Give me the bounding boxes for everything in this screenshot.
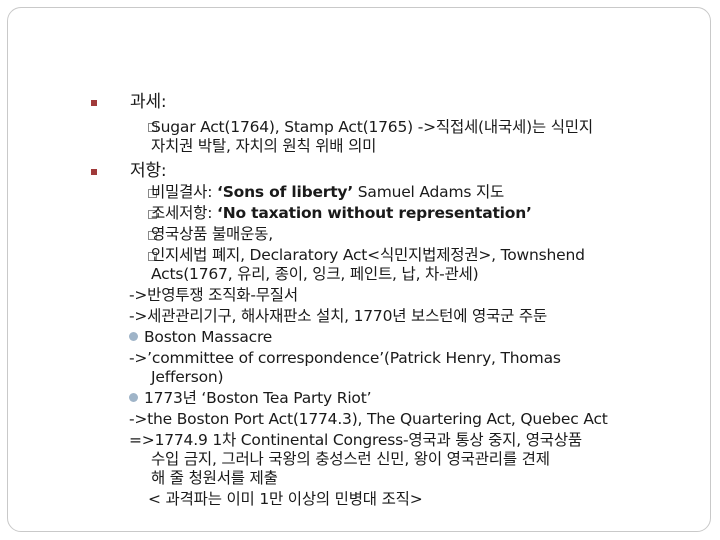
resistance-repeal-line1: 인지세법 폐지, Declaratory Act<식민지법제정권>, Towns… [151,246,585,264]
consequence-customs: ->세관관리기구, 해사재판소 설치, 1770년 보스턴에 영국군 주둔 [129,307,548,325]
square-bullet-icon [91,100,97,106]
committee-line2: Jefferson) [151,368,224,386]
heading-resistance: 저항: [130,161,167,181]
committee-line1: ->’committee of correspondence’(Patrick … [129,349,561,367]
militia-note: < 과격파는 이미 1만 이상의 민병대 조직> [148,490,423,508]
intolerable-acts: ->the Boston Port Act(1774.3), The Quart… [129,410,608,428]
tax-acts-line2: 자치권 박탈, 자치의 원칙 위배 의미 [151,137,377,155]
resistance-tax-slogan: 조세저항: ‘No taxation without representatio… [151,204,532,222]
congress-line3: 해 줄 청원서를 제출 [151,469,278,487]
dot-bullet-icon [129,332,138,341]
resistance-boycott: 영국상품 불매운동, [151,225,273,243]
slide-content: 과세: Sugar Act(1764), Stamp Act(1765) ->직… [38,38,698,518]
event-tea-party: 1773년 ‘Boston Tea Party Riot’ [129,389,372,407]
resistance-secret-society: 비밀결사: ‘Sons of liberty’ Samuel Adams 지도 [151,183,505,201]
square-bullet-icon [91,169,97,175]
tax-acts-line1: Sugar Act(1764), Stamp Act(1765) ->직접세(내… [151,118,593,136]
congress-line2: 수입 금지, 그러나 국왕의 충성스런 신민, 왕이 영국관리를 견제 [151,450,550,468]
consequence-organization: ->반영투쟁 조직화-무질서 [129,286,298,304]
slide-frame: 과세: Sugar Act(1764), Stamp Act(1765) ->직… [7,7,711,532]
dot-bullet-icon [129,393,138,402]
resistance-repeal-line2: Acts(1767, 유리, 종이, 잉크, 페인트, 납, 차-관세) [151,265,479,283]
heading-taxation: 과세: [130,92,167,112]
event-boston-massacre: Boston Massacre [129,328,272,346]
congress-line1: =>1774.9 1차 Continental Congress-영국과 통상 … [129,431,582,449]
